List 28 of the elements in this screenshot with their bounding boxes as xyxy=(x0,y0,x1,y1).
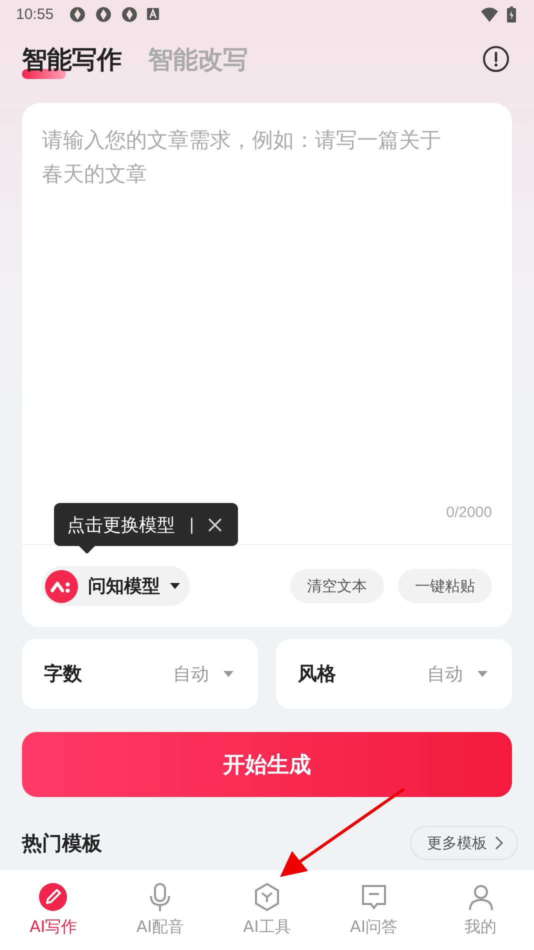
header-tab[interactable]: 智能写作 xyxy=(22,42,122,76)
nav-tab[interactable]: AI写作 xyxy=(0,870,107,950)
action-button[interactable]: 清空文本 xyxy=(290,569,384,603)
status-time: 10:55 xyxy=(16,6,54,22)
keyboard-notification-icon xyxy=(146,8,159,20)
tooltip-text: 点击更换模型 xyxy=(67,514,175,536)
tooltip-separator: | xyxy=(189,515,194,534)
option-selector[interactable]: 风格 自动 xyxy=(276,639,512,709)
app-notification-icon xyxy=(68,6,86,22)
section-title: 热门模板 xyxy=(22,830,102,856)
pen-icon xyxy=(38,882,68,912)
caret-icon xyxy=(170,583,180,589)
app-notification-icon xyxy=(94,6,112,22)
info-icon[interactable] xyxy=(482,45,510,73)
app-notification-icon xyxy=(120,6,138,22)
model-logo-icon xyxy=(45,570,78,602)
option-selector[interactable]: 字数 自动 xyxy=(22,639,258,709)
chevron-icon xyxy=(495,836,503,850)
generate-button[interactable]: 开始生成 xyxy=(22,732,512,797)
close-icon[interactable] xyxy=(208,518,222,532)
battery-icon xyxy=(507,6,516,22)
model-selector[interactable]: 问知模型 xyxy=(42,566,190,606)
character-counter: 0/2000 xyxy=(446,504,492,521)
action-button[interactable]: 一键粘贴 xyxy=(398,569,492,603)
more-templates-button[interactable]: 更多模板 xyxy=(410,826,518,860)
wifi-icon xyxy=(481,6,498,22)
caret-icon xyxy=(477,671,488,677)
caret-icon xyxy=(223,671,234,677)
